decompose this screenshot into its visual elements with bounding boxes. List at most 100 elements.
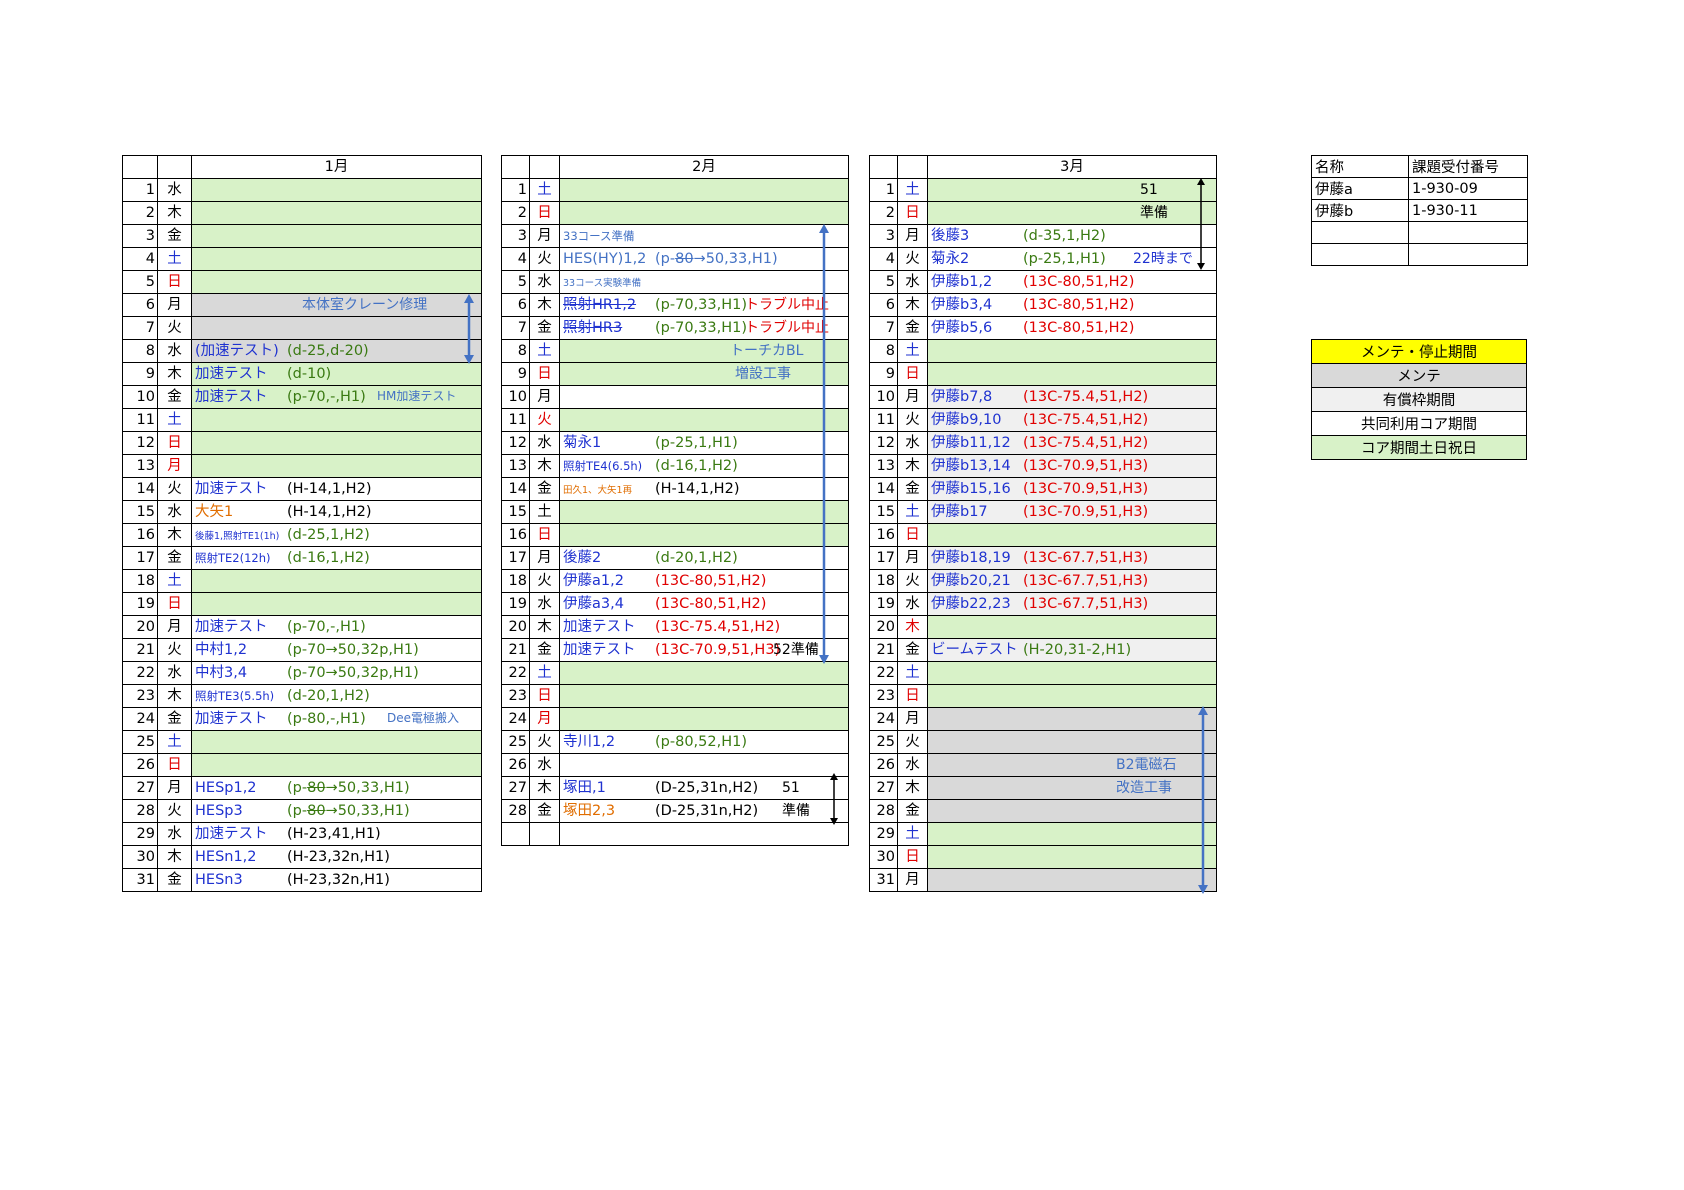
table-row: 22 土 bbox=[501, 661, 849, 685]
weekday: 火 bbox=[897, 247, 928, 271]
event-cell: 後藤3 (d-35,1,H2) bbox=[927, 224, 1217, 248]
day-number: 26 bbox=[869, 753, 898, 777]
event-cell: 加速テスト (p-70,-,H1) bbox=[191, 615, 482, 639]
table-row: 26 日 bbox=[122, 753, 482, 777]
weekday: 日 bbox=[529, 362, 560, 386]
event-cell: トーチカBL bbox=[559, 339, 849, 363]
event-cell: HESp1,2 (p-80→50,33,H1) bbox=[191, 776, 482, 800]
event-params: (d-25,d-20) bbox=[287, 343, 369, 359]
table-row: 29 土 bbox=[869, 822, 1217, 846]
header-blank bbox=[157, 155, 192, 179]
weekday: 日 bbox=[529, 684, 560, 708]
event-cell: 伊藤b5,6 (13C-80,51,H2) bbox=[927, 316, 1217, 340]
day-number: 30 bbox=[122, 845, 158, 869]
day-number: 27 bbox=[122, 776, 158, 800]
table-row: 4土 bbox=[122, 247, 482, 271]
event-cell: 伊藤b18,19 (13C-67.7,51,H3) bbox=[927, 546, 1217, 570]
weekday: 月 bbox=[157, 776, 192, 800]
event-note: 改造工事 bbox=[1116, 780, 1172, 796]
day-number: 12 bbox=[122, 431, 158, 455]
event-label: 塚田,1 bbox=[563, 779, 606, 796]
weekday: 木 bbox=[897, 454, 928, 478]
weekday: 水 bbox=[157, 500, 192, 524]
table-row: 20 木加速テスト (13C-75.4,51,H2) bbox=[501, 615, 849, 639]
event-cell bbox=[191, 454, 482, 478]
weekday: 日 bbox=[529, 201, 560, 225]
event-label: 後藤1,照射TE1(1h) bbox=[195, 530, 280, 542]
event-params: (13C-75.4,51,H2) bbox=[1023, 412, 1149, 428]
table-row: 13 月 bbox=[122, 454, 482, 478]
event-params: (13C-80,51,H2) bbox=[1023, 274, 1135, 290]
weekday: 土 bbox=[897, 500, 928, 524]
event-label: 伊藤b22,23 bbox=[931, 595, 1011, 612]
month-title: 3月 bbox=[927, 155, 1217, 179]
event-label: 菊永1 bbox=[563, 434, 602, 451]
table-row: 31 金 HESn3 (H-23,32n,H1) bbox=[122, 868, 482, 892]
event-cell: 加速テスト (H-14,1,H2) bbox=[191, 477, 482, 501]
event-label: 伊藤b20,21 bbox=[931, 572, 1011, 589]
id-table: 名称 課題受付番号 伊藤a 1-930-09 伊藤b 1-930-11 bbox=[1311, 155, 1528, 266]
event-cell bbox=[191, 730, 482, 754]
feb-torchika-arrow bbox=[819, 224, 829, 664]
event-cell: HES(HY)1,2 (p-80→50,33,H1) bbox=[559, 247, 849, 271]
table-row: 3 月 33コース準備 bbox=[501, 224, 849, 248]
weekday: 月 bbox=[897, 224, 928, 248]
weekday: 水 bbox=[157, 178, 192, 202]
day-number: 25 bbox=[122, 730, 158, 754]
event-note: 52準備 bbox=[773, 642, 819, 658]
event-cell bbox=[191, 753, 482, 777]
header-blank bbox=[501, 155, 530, 179]
event-params: (H-14,1,H2) bbox=[655, 481, 740, 497]
table-row: 11 火伊藤b9,10 (13C-75.4,51,H2) bbox=[869, 408, 1217, 432]
event-label: 塚田2,3 bbox=[563, 802, 616, 819]
weekday: 金 bbox=[529, 316, 560, 340]
table-row: 3金 bbox=[122, 224, 482, 248]
weekday: 水 bbox=[897, 753, 928, 777]
event-cell: 照射HR3 (p-70,33,H1) トラブル中止 bbox=[559, 316, 849, 340]
weekday: 日 bbox=[157, 431, 192, 455]
table-row: 29 水加速テスト (H-23,41,H1) bbox=[122, 822, 482, 846]
params-suffix: →50,33,H1) bbox=[693, 251, 778, 267]
day-number: 14 bbox=[501, 477, 530, 501]
table-row: 28 金塚田2,3 (D-25,31n,H2) 準備 bbox=[501, 799, 849, 823]
event-params: (d-35,1,H2) bbox=[1023, 228, 1106, 244]
table-row: 24 月 bbox=[869, 707, 1217, 731]
weekday: 日 bbox=[529, 523, 560, 547]
event-note: Dee電極搬入 bbox=[387, 711, 460, 725]
weekday: 金 bbox=[529, 477, 560, 501]
table-row: 24 金加速テスト (p-80,-,H1) Dee電極搬入 bbox=[122, 707, 482, 731]
weekday: 火 bbox=[157, 316, 192, 340]
table-row: 15 土 bbox=[501, 500, 849, 524]
table-row: 19 水伊藤b22,23 (13C-67.7,51,H3) bbox=[869, 592, 1217, 616]
event-label: 寺川1,2 bbox=[563, 733, 616, 750]
event-cell: ビームテスト (H-20,31-2,H1) bbox=[927, 638, 1217, 662]
event-params: (13C-75.4,51,H2) bbox=[655, 619, 781, 635]
weekday: 水 bbox=[897, 270, 928, 294]
weekday: 土 bbox=[897, 339, 928, 363]
table-row: 1水 bbox=[122, 178, 482, 202]
table-row: 8土 bbox=[869, 339, 1217, 363]
table-row: 17 金照射TE2(12h) (d-16,1,H2) bbox=[122, 546, 482, 570]
params-prefix: (p- bbox=[655, 251, 676, 267]
weekday bbox=[529, 822, 560, 846]
event-cell: 33コース準備 bbox=[559, 224, 849, 248]
table-row: 16 木後藤1,照射TE1(1h) (d-25,1,H2) bbox=[122, 523, 482, 547]
day-number: 7 bbox=[869, 316, 898, 340]
weekday: 日 bbox=[897, 684, 928, 708]
event-label: 加速テスト bbox=[563, 641, 636, 658]
event-cell bbox=[191, 408, 482, 432]
params-struck: 80 bbox=[307, 780, 326, 796]
day-number: 9 bbox=[501, 362, 530, 386]
event-params: (13C-75.4,51,H2) bbox=[1023, 389, 1149, 405]
event-cell: 伊藤b11,12 (13C-75.4,51,H2) bbox=[927, 431, 1217, 455]
weekday: 土 bbox=[897, 178, 928, 202]
table-row: 4 火菊永2 (p-25,1,H1) 22時まで bbox=[869, 247, 1217, 271]
header-blank bbox=[529, 155, 560, 179]
table-row: 16 日 bbox=[869, 523, 1217, 547]
table-row: 30 木 HESn1,2 (H-23,32n,H1) bbox=[122, 845, 482, 869]
event-params: (H-23,32n,H1) bbox=[287, 849, 390, 865]
event-note: トーチカBL bbox=[730, 343, 804, 359]
params-prefix: (p- bbox=[287, 803, 308, 819]
table-row: 11 火 bbox=[501, 408, 849, 432]
event-params: (d-20,1,H2) bbox=[287, 688, 370, 704]
